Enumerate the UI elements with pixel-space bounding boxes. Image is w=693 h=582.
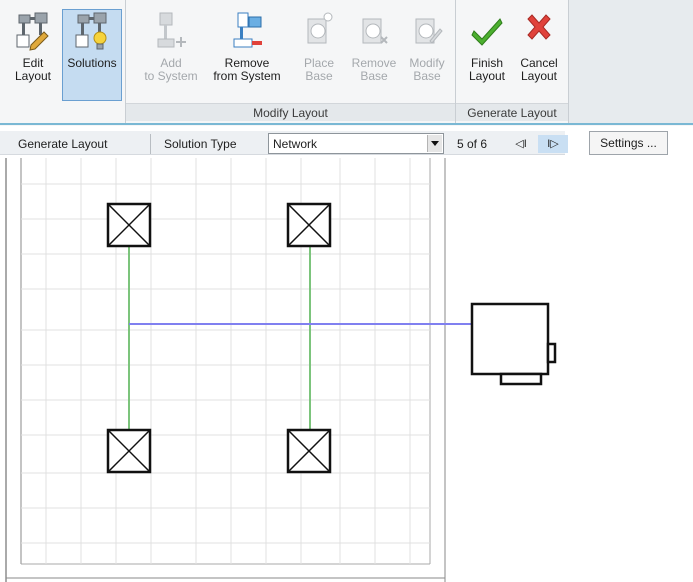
terminal-top-right[interactable] [286,202,332,248]
ribbon-group-generate-layout: Finish Layout Cancel Layout Generate Lay… [456,0,569,123]
remove-base-icon [362,18,388,44]
solutions-label: Solutions [67,56,117,70]
modify-layout-group-label: Modify Layout [126,103,455,121]
settings-button[interactable]: Settings ... [589,131,668,155]
cancel-layout-label: Cancel Layout [520,56,558,83]
place-base-label: Place Base [303,56,335,83]
finish-layout-label: Finish Layout [468,56,506,83]
ribbon-empty-area [569,0,693,124]
add-to-system-button[interactable]: Add to System [136,9,206,101]
solutions-icon [75,12,107,50]
solutions-button[interactable]: Solutions [62,9,122,101]
add-to-system-icon [157,12,186,48]
next-solution-button[interactable]: I▷ [538,135,568,153]
terminal-bottom-right[interactable] [286,428,332,474]
drawing-canvas[interactable] [0,158,693,582]
solution-counter: 5 of 6 [457,137,488,151]
ribbon-group-layout: Edit Layout Solutions [0,0,126,123]
terminal-top-left[interactable] [106,202,152,248]
generate-layout-group-label: Generate Layout [456,103,568,121]
drawing-area [0,158,557,582]
edit-layout-icon [16,12,49,51]
remove-from-system-button[interactable]: Remove from System [208,9,286,101]
remove-from-system-label: Remove from System [213,56,281,83]
select-dropdown-icon[interactable] [427,135,442,152]
remove-base-button[interactable]: Remove Base [348,9,400,101]
cancel-x-icon [527,14,551,40]
modify-base-label: Modify Base [409,56,445,83]
finish-layout-button[interactable]: Finish Layout [462,9,512,101]
place-base-icon [307,12,333,44]
solution-type-value: Network [273,137,318,151]
ribbon-group-modify-layout: Add to System Remove from System Place B… [126,0,456,123]
remove-base-label: Remove Base [351,56,397,83]
ribbon-divider [0,123,693,125]
edit-layout-button[interactable]: Edit Layout [8,9,58,101]
options-separator [150,134,151,154]
place-base-button[interactable]: Place Base [294,9,344,101]
options-bar: Generate Layout Solution Type Network 5 … [0,126,693,158]
room-background [0,158,445,582]
mode-label: Generate Layout [18,137,108,151]
modify-base-icon [415,18,443,44]
finish-check-icon [471,18,503,46]
cancel-layout-button[interactable]: Cancel Layout [514,9,564,101]
solution-type-label: Solution Type [164,137,237,151]
remove-from-system-icon [233,12,262,48]
edit-layout-label: Edit Layout [14,56,52,83]
modify-base-button[interactable]: Modify Base [402,9,452,101]
add-to-system-label: Add to System [144,56,198,83]
previous-solution-button[interactable]: ◁I [506,135,536,153]
terminal-bottom-left[interactable] [106,428,152,474]
solution-type-select[interactable]: Network [268,133,444,154]
equipment-unit[interactable] [470,302,557,386]
ribbon: Edit Layout Solutions Add to System Remo… [0,0,693,126]
